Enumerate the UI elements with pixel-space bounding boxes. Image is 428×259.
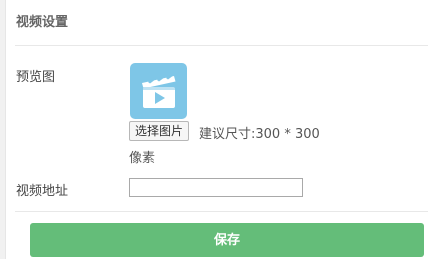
preview-thumbnail (130, 63, 187, 119)
video-clapperboard-icon (142, 75, 176, 108)
left-border (0, 0, 6, 259)
title-divider (15, 45, 428, 46)
save-button[interactable]: 保存 (30, 223, 424, 257)
preview-label: 预览图 (16, 70, 56, 85)
video-url-input[interactable] (129, 178, 303, 197)
size-hint-unit: 像素 (129, 151, 156, 166)
panel-title: 视频设置 (16, 15, 69, 30)
size-hint: 建议尺寸:300 * 300 (199, 127, 320, 142)
video-url-label: 视频地址 (16, 184, 69, 199)
form-divider (15, 211, 428, 212)
choose-image-button[interactable]: 选择图片 (129, 121, 190, 141)
